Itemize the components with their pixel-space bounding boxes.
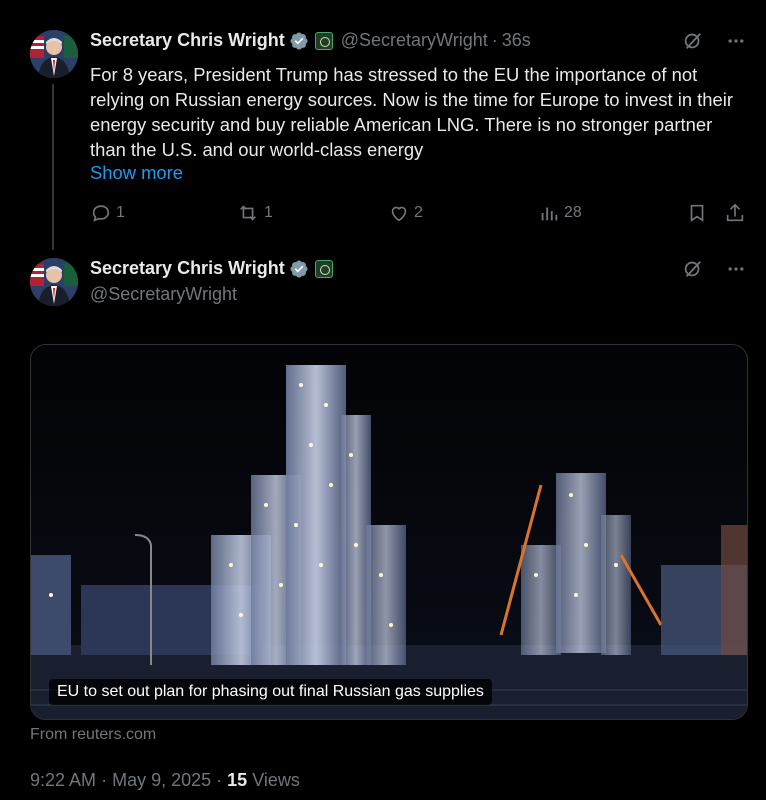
gov-seal-icon[interactable] — [314, 31, 333, 50]
views-total: 15 — [227, 770, 248, 790]
repost-icon — [240, 205, 256, 221]
share-button[interactable] — [724, 202, 746, 224]
avatar[interactable] — [30, 30, 78, 78]
tweet1-top-actions — [682, 30, 746, 52]
thread-line — [52, 84, 54, 250]
reply-count: 1 — [116, 204, 125, 221]
meta-dot: · — [216, 770, 223, 790]
like-icon — [391, 206, 407, 222]
verified-badge-icon[interactable] — [289, 31, 309, 51]
tweet2-top-actions — [682, 258, 746, 280]
post-date[interactable]: May 9, 2025 — [112, 770, 211, 790]
gov-seal-icon[interactable] — [314, 259, 333, 278]
bookmark-icon — [690, 204, 704, 222]
tweet-text: For 8 years, President Trump has stresse… — [90, 64, 733, 160]
author-handle[interactable]: @SecretaryWright — [341, 30, 488, 51]
like-button[interactable]: 2 — [388, 202, 423, 224]
separator-dot: · — [491, 30, 498, 50]
author-name[interactable]: Secretary Chris Wright — [90, 258, 285, 279]
verified-badge-icon[interactable] — [289, 259, 309, 279]
more-icon[interactable] — [726, 259, 746, 279]
more-icon[interactable] — [726, 31, 746, 51]
reply-icon — [92, 205, 110, 222]
tweet1-header: Secretary Chris Wright @SecretaryWright … — [90, 30, 531, 51]
like-count: 2 — [414, 204, 423, 221]
link-card[interactable]: EU to set out plan for phasing out final… — [30, 344, 748, 720]
avatar[interactable] — [30, 258, 78, 306]
views-label: Views — [252, 770, 300, 790]
bookmark-button[interactable] — [686, 202, 708, 224]
post-time[interactable]: 9:22 AM — [30, 770, 96, 790]
author-name[interactable]: Secretary Chris Wright — [90, 30, 285, 51]
tweet1-action-bar: 1 1 2 28 — [90, 202, 750, 230]
timestamp[interactable]: 36s — [502, 30, 531, 51]
grok-icon[interactable] — [682, 258, 704, 280]
meta-dot: · — [101, 770, 108, 790]
views-count: 28 — [564, 204, 582, 221]
tweet-meta: 9:22 AM · May 9, 2025 · 15 Views — [30, 770, 300, 791]
grok-icon[interactable] — [682, 30, 704, 52]
author-handle[interactable]: @SecretaryWright — [90, 284, 237, 305]
refinery-night-image — [31, 345, 747, 719]
reply-button[interactable]: 1 — [90, 202, 125, 224]
tweet2-header: Secretary Chris Wright — [90, 258, 333, 279]
repost-count: 1 — [264, 204, 273, 221]
views-button[interactable]: 28 — [538, 202, 582, 224]
views-icon — [541, 207, 558, 221]
card-source[interactable]: From reuters.com — [30, 726, 156, 744]
card-headline[interactable]: EU to set out plan for phasing out final… — [49, 679, 492, 705]
repost-button[interactable]: 1 — [236, 202, 273, 224]
show-more-link[interactable]: Show more — [90, 162, 183, 184]
share-icon — [726, 203, 744, 222]
